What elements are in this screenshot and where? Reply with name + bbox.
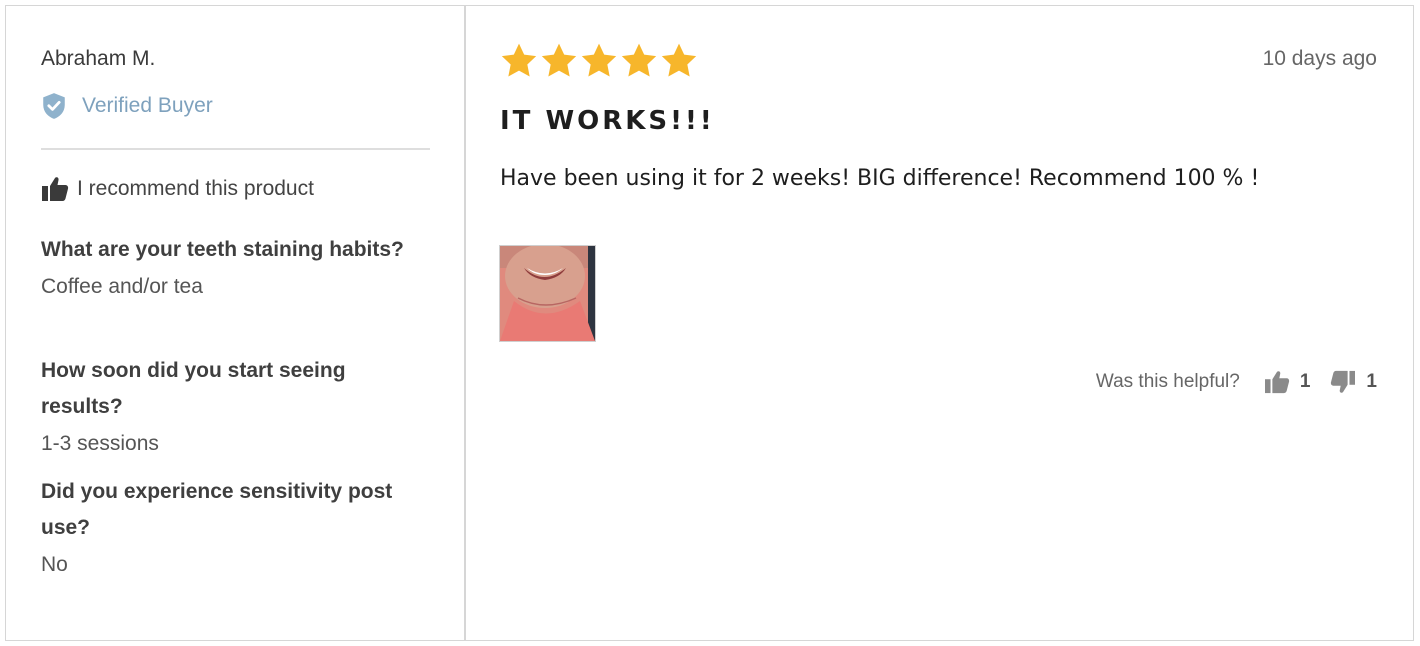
- star-icon: [541, 43, 577, 77]
- question-text: What are your teeth staining habits?: [41, 238, 404, 261]
- star-icon: [621, 43, 657, 77]
- helpful-vote-bar: Was this helpful? 1 1: [1096, 370, 1377, 394]
- helpful-label: Was this helpful?: [1095, 371, 1240, 392]
- answer-text: No: [41, 553, 68, 576]
- shield-check-icon: [43, 93, 65, 119]
- reviewer-name: Abraham M.: [41, 47, 156, 70]
- verified-badge: Verified Buyer: [41, 92, 213, 120]
- star-icon: [661, 43, 697, 77]
- review-title: IT WORKS!!!: [500, 106, 715, 136]
- vote-up-button[interactable]: 1: [1264, 370, 1311, 394]
- verified-label: Verified Buyer: [82, 94, 213, 117]
- review-photo-image: [500, 246, 595, 341]
- answer-text: 1-3 sessions: [41, 432, 159, 455]
- star-icon: [581, 43, 617, 77]
- vote-down-button[interactable]: 1: [1330, 370, 1377, 394]
- recommend-label: I recommend this product: [77, 177, 314, 200]
- vote-up-count: 1: [1299, 371, 1311, 392]
- reviewer-panel: Abraham M. Verified Buyer I recommend th…: [6, 6, 464, 640]
- question-block: What are your teeth staining habits? Cof…: [41, 232, 421, 305]
- review-photo-thumbnail[interactable]: [499, 245, 596, 342]
- review-body: Have been using it for 2 weeks! BIG diff…: [500, 166, 1260, 191]
- star-rating: [499, 41, 699, 81]
- review-card: Abraham M. Verified Buyer I recommend th…: [5, 5, 1414, 641]
- thumbs-up-icon: [42, 177, 69, 201]
- question-text: How soon did you start seeing results?: [41, 359, 346, 418]
- star-icon: [501, 43, 537, 77]
- question-block: How soon did you start seeing results? 1…: [41, 353, 421, 462]
- question-block: Did you experience sensitivity post use?…: [41, 474, 421, 583]
- divider: [41, 148, 430, 150]
- thumbs-down-icon: [1331, 370, 1356, 393]
- answer-text: Coffee and/or tea: [41, 275, 203, 298]
- thumbs-up-icon: [1264, 371, 1289, 394]
- review-content: 10 days ago IT WORKS!!! Have been using …: [465, 6, 1413, 640]
- recommend-statement: I recommend this product: [41, 176, 314, 202]
- review-date: 10 days ago: [1262, 47, 1377, 70]
- vote-down-count: 1: [1366, 371, 1377, 392]
- question-text: Did you experience sensitivity post use?: [41, 480, 393, 539]
